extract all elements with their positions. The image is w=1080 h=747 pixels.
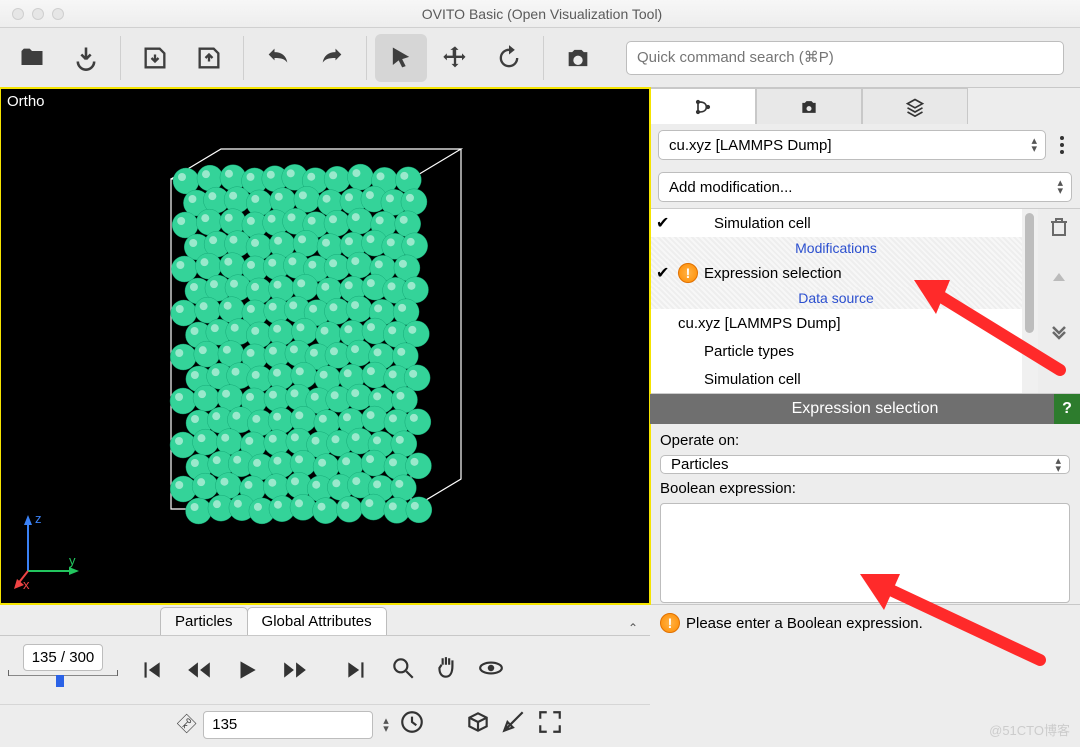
last-frame-button[interactable]: [336, 651, 378, 689]
frame-counter: 135 / 300: [8, 644, 118, 697]
export-button[interactable]: [183, 34, 235, 82]
minimize-window[interactable]: [32, 8, 44, 20]
operate-on-value: Particles: [671, 456, 729, 473]
svg-text:y: y: [69, 553, 76, 568]
pipeline-file-label: cu.xyz [LAMMPS Dump]: [669, 137, 832, 154]
right-panel: cu.xyz [LAMMPS Dump] ▴▾ Add modification…: [650, 88, 1080, 604]
clock-icon[interactable]: [399, 709, 425, 740]
pipeline-item-label: Particle types: [704, 343, 794, 360]
help-button[interactable]: ?: [1054, 394, 1080, 424]
add-modification-label: Add modification...: [669, 179, 792, 196]
next-frame-button[interactable]: [274, 651, 316, 689]
maximize-window[interactable]: [52, 8, 64, 20]
boolean-expression-label: Boolean expression:: [660, 480, 1070, 497]
warning-text: Please enter a Boolean expression.: [686, 615, 923, 632]
watermark: @51CTO博客: [989, 720, 1070, 739]
zoom-button[interactable]: [390, 655, 416, 686]
play-button[interactable]: [226, 651, 268, 689]
tab-global-attributes[interactable]: Global Attributes: [247, 607, 387, 635]
checkbox-icon[interactable]: ✔: [656, 263, 672, 283]
boolean-expression-input[interactable]: [660, 503, 1070, 603]
open-file-button[interactable]: [6, 34, 58, 82]
right-panel-tabs: [650, 88, 1080, 124]
pipeline-section-datasource: Data source: [650, 287, 1022, 309]
properties-title: Expression selection: [792, 400, 939, 418]
pan-button[interactable]: [434, 655, 460, 686]
quick-search-input[interactable]: [626, 41, 1064, 75]
viewport-label: Ortho: [7, 93, 45, 110]
warning-icon: !: [660, 613, 680, 633]
move-tool-button[interactable]: [429, 34, 481, 82]
pipeline-file-select[interactable]: cu.xyz [LAMMPS Dump] ▴▾: [658, 130, 1046, 160]
pipeline-item-label: Expression selection: [704, 265, 842, 282]
timeline-ruler[interactable]: [8, 675, 118, 697]
operate-on-label: Operate on:: [660, 432, 1070, 449]
tab-render[interactable]: [756, 88, 862, 124]
pipeline-item-source[interactable]: cu.xyz [LAMMPS Dump]: [650, 309, 1022, 337]
operate-on-select[interactable]: Particles ▴▾: [660, 455, 1070, 474]
pipeline-menu-button[interactable]: [1052, 131, 1072, 159]
window-controls[interactable]: [0, 8, 64, 20]
orbit-button[interactable]: [478, 655, 504, 686]
first-frame-button[interactable]: [130, 651, 172, 689]
move-up-icon[interactable]: [1047, 267, 1071, 291]
collapse-icon[interactable]: ⌃: [628, 621, 638, 635]
move-down-icon[interactable]: [1047, 319, 1071, 343]
fullscreen-icon[interactable]: [537, 709, 563, 740]
pipeline-item-label: Simulation cell: [714, 215, 811, 232]
pipeline-item-particletypes[interactable]: Particle types: [650, 337, 1022, 365]
pipeline-item-simcell[interactable]: ✔ Simulation cell: [650, 209, 1022, 237]
import-button[interactable]: [129, 34, 181, 82]
frame-counter-value: 135 / 300: [23, 644, 104, 671]
tab-pipeline[interactable]: [650, 88, 756, 124]
pipeline-section-modifications: Modifications: [650, 237, 1022, 259]
svg-text:x: x: [23, 577, 30, 591]
redo-button[interactable]: [306, 34, 358, 82]
trash-icon[interactable]: [1047, 215, 1071, 239]
frame-input[interactable]: [203, 711, 373, 739]
pipeline-item-label: Simulation cell: [704, 371, 801, 388]
measure-icon[interactable]: [501, 709, 527, 740]
add-modification-select[interactable]: Add modification... ▴▾: [658, 172, 1072, 202]
svg-text:z: z: [35, 511, 42, 526]
key-icon[interactable]: ⚿: [172, 711, 199, 738]
cube-icon[interactable]: [465, 709, 491, 740]
simulation-render: [131, 139, 511, 579]
render-button[interactable]: [552, 34, 604, 82]
pipeline-item-simcell2[interactable]: Simulation cell: [650, 365, 1022, 393]
undo-button[interactable]: [252, 34, 304, 82]
pipeline-item-expression-selection[interactable]: ✔ ! Expression selection: [650, 259, 1022, 287]
viewport[interactable]: Ortho z y x: [0, 88, 650, 604]
download-button[interactable]: [60, 34, 112, 82]
select-tool-button[interactable]: [375, 34, 427, 82]
tab-particles[interactable]: Particles: [160, 607, 248, 635]
checkbox-icon[interactable]: ✔: [656, 213, 672, 233]
pipeline-scrollbar[interactable]: [1022, 209, 1038, 393]
properties-panel: Expression selection ? Operate on: Parti…: [650, 394, 1080, 641]
prev-frame-button[interactable]: [178, 651, 220, 689]
rotate-tool-button[interactable]: [483, 34, 535, 82]
pipeline-actions: [1038, 209, 1080, 393]
close-window[interactable]: [12, 8, 24, 20]
titlebar: OVITO Basic (Open Visualization Tool): [0, 0, 1080, 28]
axis-gizmo: z y x: [13, 511, 83, 591]
tab-layers[interactable]: [862, 88, 968, 124]
warning-icon: !: [678, 263, 698, 283]
pipeline-list[interactable]: ✔ Simulation cell Modifications ✔ ! Expr…: [650, 209, 1022, 393]
properties-header: Expression selection ?: [650, 394, 1080, 424]
app-title: OVITO Basic (Open Visualization Tool): [64, 6, 1020, 22]
main-toolbar: [0, 28, 1080, 88]
pipeline-item-label: cu.xyz [LAMMPS Dump]: [678, 315, 841, 332]
